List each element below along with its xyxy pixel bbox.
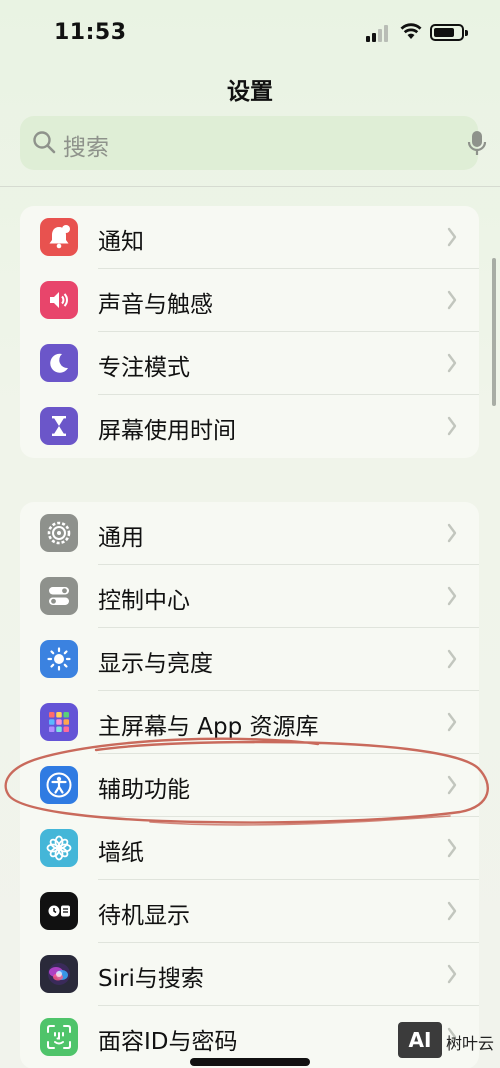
grid-icon bbox=[40, 703, 78, 741]
chevron-right-icon bbox=[447, 712, 457, 732]
row-label: 通知 bbox=[98, 229, 144, 255]
watermark-text: 树叶云 bbox=[446, 1034, 495, 1053]
chevron-right-icon bbox=[447, 227, 457, 247]
status-time: 11:53 bbox=[54, 20, 127, 45]
faceid-icon bbox=[40, 1018, 78, 1056]
page-title: 设置 bbox=[227, 79, 273, 105]
settings-row-sounds[interactable]: 声音与触感 bbox=[20, 269, 479, 332]
cellular-signal-icon bbox=[366, 24, 392, 42]
header-divider bbox=[0, 186, 500, 187]
settings-row-accessibility[interactable]: 辅助功能 bbox=[20, 754, 479, 817]
settings-row-display[interactable]: 显示与亮度 bbox=[20, 628, 479, 691]
flower-icon bbox=[40, 829, 78, 867]
settings-row-home-screen[interactable]: 主屏幕与 App 资源库 bbox=[20, 691, 479, 754]
row-label: 墙纸 bbox=[98, 840, 144, 866]
search-placeholder: 搜索 bbox=[63, 135, 109, 161]
battery-icon bbox=[430, 24, 468, 41]
search-field[interactable]: 搜索 bbox=[20, 116, 487, 170]
chevron-right-icon bbox=[447, 523, 457, 543]
chevron-right-icon bbox=[447, 838, 457, 858]
row-label: 专注模式 bbox=[98, 355, 190, 381]
status-bar: 11:53 bbox=[0, 0, 500, 66]
row-label: 通用 bbox=[98, 525, 144, 551]
settings-row-notifications[interactable]: 通知 bbox=[20, 206, 479, 269]
accessibility-icon bbox=[40, 766, 78, 804]
settings-row-siri[interactable]: Siri与搜索 bbox=[20, 943, 479, 1006]
row-label: 屏幕使用时间 bbox=[98, 418, 236, 444]
bell-icon bbox=[40, 218, 78, 256]
row-label: 主屏幕与 App 资源库 bbox=[98, 714, 319, 740]
scroll-indicator[interactable] bbox=[492, 258, 496, 406]
settings-row-standby[interactable]: 待机显示 bbox=[20, 880, 479, 943]
toggles-icon bbox=[40, 577, 78, 615]
settings-group-2: 通用 控制中心 显示与亮度 主屏幕与 App 资源库 辅助功能 墙纸 待机显示 … bbox=[20, 502, 479, 1068]
row-label: 面容ID与密码 bbox=[98, 1029, 238, 1055]
chevron-right-icon bbox=[447, 290, 457, 310]
moon-icon bbox=[40, 344, 78, 382]
settings-group-1: 通知 声音与触感 专注模式 屏幕使用时间 bbox=[20, 206, 479, 458]
row-label: 显示与亮度 bbox=[98, 651, 213, 677]
settings-row-focus[interactable]: 专注模式 bbox=[20, 332, 479, 395]
sun-icon bbox=[40, 640, 78, 678]
home-indicator[interactable] bbox=[190, 1058, 310, 1066]
wifi-icon bbox=[400, 23, 422, 39]
settings-row-control-center[interactable]: 控制中心 bbox=[20, 565, 479, 628]
chevron-right-icon bbox=[447, 353, 457, 373]
row-label: 待机显示 bbox=[98, 903, 190, 929]
watermark-badge: AI bbox=[398, 1022, 442, 1058]
row-label: Siri与搜索 bbox=[98, 966, 204, 992]
chevron-right-icon bbox=[447, 775, 457, 795]
row-label: 控制中心 bbox=[98, 588, 190, 614]
microphone-icon[interactable] bbox=[466, 129, 488, 159]
gear-icon bbox=[40, 514, 78, 552]
search-icon bbox=[33, 131, 56, 154]
chevron-right-icon bbox=[447, 416, 457, 436]
hourglass-icon bbox=[40, 407, 78, 445]
settings-row-screen-time[interactable]: 屏幕使用时间 bbox=[20, 395, 479, 458]
watermark: AI 树叶云 bbox=[398, 1022, 498, 1062]
chevron-right-icon bbox=[447, 586, 457, 606]
standby-icon bbox=[40, 892, 78, 930]
speaker-icon bbox=[40, 281, 78, 319]
chevron-right-icon bbox=[447, 964, 457, 984]
siri-icon bbox=[40, 955, 78, 993]
chevron-right-icon bbox=[447, 901, 457, 921]
settings-row-general[interactable]: 通用 bbox=[20, 502, 479, 565]
row-label: 辅助功能 bbox=[98, 777, 190, 803]
chevron-right-icon bbox=[447, 649, 457, 669]
settings-row-wallpaper[interactable]: 墙纸 bbox=[20, 817, 479, 880]
row-label: 声音与触感 bbox=[98, 292, 213, 318]
